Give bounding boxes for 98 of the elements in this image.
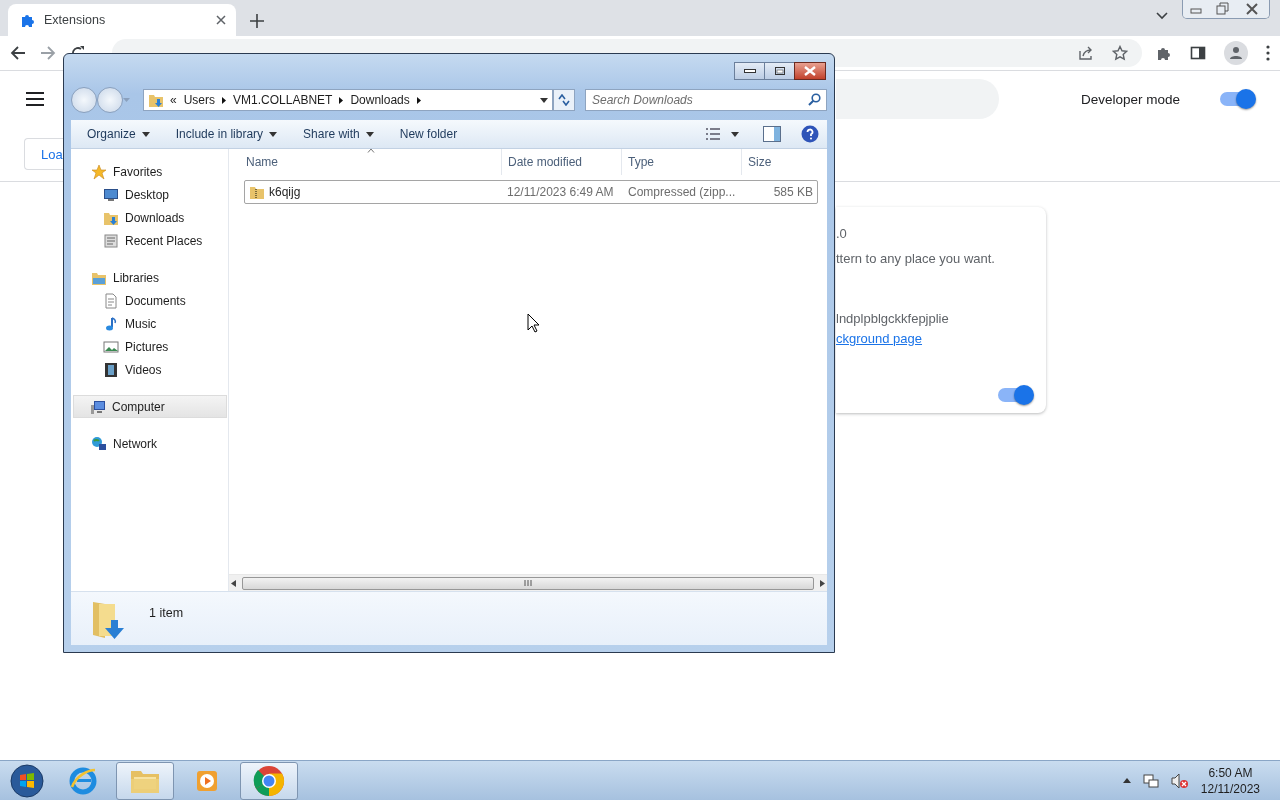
nav-item[interactable]: Documents xyxy=(71,289,228,312)
minimize-icon xyxy=(743,69,756,73)
scroll-left-icon[interactable] xyxy=(231,579,236,587)
nav-item[interactable]: Desktop xyxy=(71,183,228,206)
taskbar-button[interactable] xyxy=(116,761,174,800)
column-header[interactable]: Type xyxy=(621,149,741,175)
picture-icon xyxy=(103,338,119,355)
browser-tab[interactable]: Extensions xyxy=(8,4,236,36)
close-icon[interactable] xyxy=(1235,0,1269,18)
file-size: 585 KB xyxy=(772,185,814,199)
extension-id: lndplpblgckkfepjplie xyxy=(836,311,950,326)
sort-caret-icon xyxy=(367,148,375,153)
speaker-muted-icon[interactable] xyxy=(1170,772,1189,789)
nav-item[interactable]: Libraries xyxy=(71,266,228,289)
extension-version: .0 xyxy=(836,226,848,241)
load-unpacked-button[interactable]: Loa xyxy=(24,138,63,170)
scroll-right-icon[interactable] xyxy=(820,579,825,587)
recent-places-icon xyxy=(103,232,119,249)
toggle-switch[interactable] xyxy=(1220,92,1254,106)
chevron-down-icon[interactable] xyxy=(1156,12,1168,20)
file-name: k6qijg xyxy=(269,185,301,199)
toolbar-button[interactable]: New folder xyxy=(391,124,466,144)
maximize-icon xyxy=(774,67,785,75)
file-row[interactable]: k6qijg 12/11/2023 6:49 AM Compressed (zipp... 585 KB xyxy=(244,180,818,204)
toggle-switch[interactable] xyxy=(998,388,1032,402)
caret-icon xyxy=(731,131,739,137)
toolbar-button[interactable]: Include in library xyxy=(167,124,286,144)
document-icon xyxy=(103,292,119,309)
chevron-right-icon[interactable] xyxy=(416,96,421,104)
horizontal-scrollbar[interactable] xyxy=(229,574,827,591)
network-icon xyxy=(91,435,107,452)
dropdown-caret-icon xyxy=(540,97,548,103)
breadcrumb-overflow[interactable]: « xyxy=(170,93,177,107)
nav-item[interactable]: Music xyxy=(71,312,228,335)
plus-icon[interactable] xyxy=(250,14,264,28)
puzzle-icon xyxy=(20,12,36,28)
nav-item[interactable]: Recent Places xyxy=(71,229,228,252)
zip-folder-icon xyxy=(249,184,265,200)
music-note-icon xyxy=(103,315,119,332)
refresh-button[interactable] xyxy=(553,89,575,111)
more-vert-icon[interactable] xyxy=(1266,45,1270,61)
grip-icon xyxy=(524,580,532,586)
column-header[interactable]: Date modified xyxy=(501,149,621,175)
monitor-icon xyxy=(103,186,119,203)
browser-e-icon xyxy=(68,765,98,796)
puzzle-icon[interactable] xyxy=(1156,45,1172,61)
status-text: 1 item xyxy=(149,606,184,620)
profile-avatar[interactable] xyxy=(1224,41,1248,65)
side-panel-icon[interactable] xyxy=(1190,45,1206,61)
film-icon xyxy=(103,361,119,378)
toolbar-button[interactable]: Share with xyxy=(295,124,382,144)
column-header[interactable]: Size xyxy=(741,149,821,175)
developer-mode-label: Developer mode xyxy=(1080,91,1180,107)
minimize-button[interactable] xyxy=(734,62,764,80)
search-field[interactable]: Search Downloads xyxy=(585,89,827,111)
background-page-link[interactable]: ckground page xyxy=(836,331,1046,346)
view-list-icon[interactable] xyxy=(705,128,721,140)
folder-icon xyxy=(148,92,164,108)
nav-item[interactable]: Favorites xyxy=(71,160,228,183)
close-icon[interactable] xyxy=(216,15,226,25)
nav-item[interactable]: Pictures xyxy=(71,335,228,358)
nav-item[interactable]: Computer xyxy=(73,395,227,418)
clock[interactable]: 6:50 AM 12/11/2023 xyxy=(1200,764,1260,797)
column-header[interactable]: Name xyxy=(229,149,501,175)
forward-arrow-icon[interactable] xyxy=(40,45,56,61)
nav-item[interactable]: Network xyxy=(71,432,228,455)
start-orb-icon[interactable] xyxy=(10,763,44,798)
back-arrow-icon[interactable] xyxy=(10,45,26,61)
network-icon[interactable] xyxy=(1142,772,1159,789)
cursor-icon xyxy=(527,313,540,333)
breadcrumb-item[interactable]: VM1.COLLABNET xyxy=(233,93,333,107)
close-icon xyxy=(804,66,816,76)
computer-icon xyxy=(90,398,106,415)
maximize-button[interactable] xyxy=(764,62,794,80)
chrome-logo-icon xyxy=(253,764,285,797)
nav-item[interactable]: Videos xyxy=(71,358,228,381)
chevron-right-icon[interactable] xyxy=(339,96,344,104)
share-icon[interactable] xyxy=(1078,45,1094,61)
file-type: Compressed (zipp... xyxy=(628,185,737,199)
extension-description: ttern to any place you want. xyxy=(836,251,996,266)
star-icon xyxy=(91,163,107,180)
address-bar[interactable]: « Users VM1.COLLABNET Downloads xyxy=(143,89,553,111)
chevron-up-icon[interactable] xyxy=(1122,778,1131,783)
star-icon[interactable] xyxy=(1112,45,1128,61)
help-icon[interactable] xyxy=(801,125,819,143)
breadcrumb-item[interactable]: Downloads xyxy=(350,93,410,107)
nav-item[interactable]: Downloads xyxy=(71,206,228,229)
file-date: 12/11/2023 6:49 AM xyxy=(507,185,615,199)
close-button[interactable] xyxy=(794,62,826,80)
search-field[interactable] xyxy=(835,79,999,119)
preview-pane-icon[interactable] xyxy=(763,126,781,142)
toolbar-button[interactable]: Organize xyxy=(79,124,158,144)
menu-icon[interactable] xyxy=(26,92,44,106)
taskbar-button[interactable] xyxy=(240,761,298,800)
search-icon xyxy=(808,93,821,106)
refresh-icon xyxy=(557,94,571,106)
breadcrumb-item[interactable]: Users xyxy=(183,93,216,107)
chevron-right-icon[interactable] xyxy=(222,96,227,104)
